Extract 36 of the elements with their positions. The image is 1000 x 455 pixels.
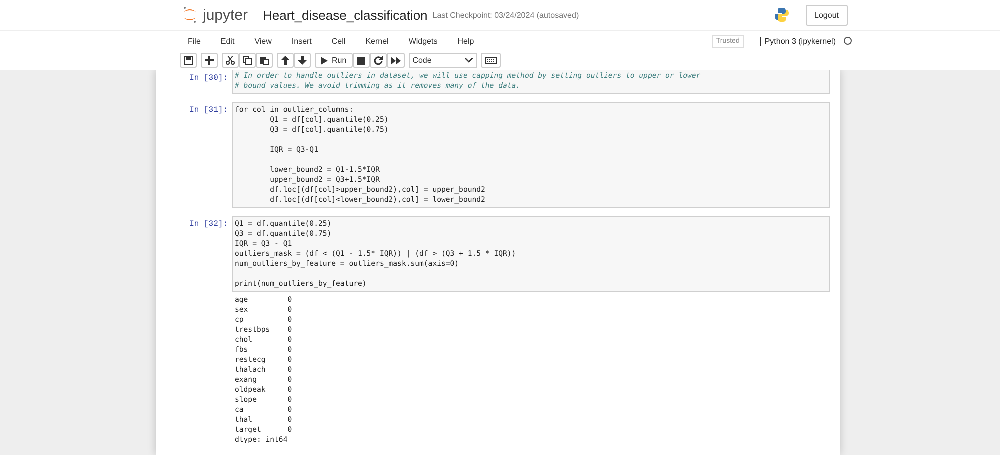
checkpoint-status: Last Checkpoint: 03/24/2024 (autosaved) — [432, 10, 580, 20]
python-logo-icon — [774, 7, 790, 23]
cut-icon[interactable] — [222, 53, 239, 68]
jupyter-logo-icon — [182, 6, 198, 24]
paste-icon[interactable] — [256, 53, 273, 68]
jupyter-logo-text: jupyter — [203, 6, 248, 24]
code-cell-input[interactable] — [232, 102, 830, 208]
menu-item[interactable]: Help — [458, 36, 474, 46]
arrow-down-icon[interactable] — [294, 53, 311, 68]
code-cell-input[interactable] — [232, 216, 830, 292]
copy-icon[interactable] — [239, 53, 256, 68]
cell-prompt: In [32]: — [188, 219, 229, 231]
menu-item[interactable]: Edit — [220, 36, 235, 46]
menu-item[interactable]: File — [188, 36, 201, 46]
kernel-name: Python 3 (ipykernel) — [760, 36, 836, 46]
menu-item[interactable]: Cell — [332, 36, 346, 46]
run-button[interactable]: Run — [315, 53, 353, 68]
cell-type-dropdown[interactable]: Code — [408, 53, 477, 68]
cell-prompt: In [31]: — [188, 105, 229, 117]
menu-item[interactable]: Insert — [292, 36, 312, 46]
play-icon — [321, 56, 328, 64]
notebook-name[interactable]: Heart_disease_classification — [263, 8, 428, 22]
chevron-down-icon — [464, 58, 473, 63]
save-icon[interactable] — [180, 53, 197, 68]
stop-icon[interactable] — [352, 53, 370, 68]
fast-forward-icon[interactable] — [386, 53, 405, 68]
menu-item[interactable]: View — [254, 36, 272, 46]
restart-icon[interactable] — [370, 53, 387, 68]
logout-button[interactable]: Logout — [806, 4, 848, 26]
cell-prompt: In [30]: — [188, 73, 229, 85]
menu-item[interactable]: Widgets — [408, 36, 438, 46]
add-cell-icon[interactable] — [201, 53, 218, 68]
keyboard-icon[interactable] — [480, 53, 501, 68]
kernel-idle-icon — [844, 37, 852, 45]
menu-item[interactable]: Kernel — [366, 36, 389, 46]
arrow-up-icon[interactable] — [277, 53, 294, 68]
